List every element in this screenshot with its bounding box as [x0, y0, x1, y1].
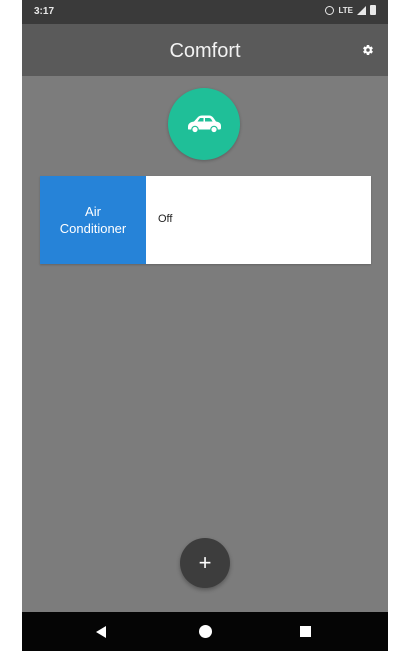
alarm-icon [325, 5, 335, 15]
device-state: Off [158, 213, 173, 225]
battery-icon [370, 5, 376, 15]
device-card-air-conditioner[interactable]: Air Conditioner Off [40, 176, 371, 264]
page-title: Comfort [169, 40, 241, 62]
device-name-line1: Air [85, 204, 101, 219]
add-device-button[interactable]: + [180, 538, 230, 588]
car-icon [188, 115, 221, 134]
room-avatar[interactable] [168, 88, 240, 160]
settings-button[interactable] [360, 42, 376, 58]
home-icon[interactable] [199, 625, 212, 638]
device-name-block: Air Conditioner [40, 176, 146, 264]
signal-icon [357, 5, 366, 15]
back-icon[interactable] [96, 626, 106, 638]
status-bar: 3:17 LTE [22, 0, 388, 24]
device-name: Air Conditioner [60, 203, 127, 237]
device-name-line2: Conditioner [59, 221, 127, 236]
status-icons: LTE [325, 5, 376, 15]
navigation-bar [22, 612, 388, 651]
gear-icon [363, 44, 373, 56]
network-label: LTE [338, 5, 353, 15]
app-bar: Comfort [22, 24, 388, 76]
phone-screen: 3:17 LTE Comfort Air Conditioner Off + [22, 0, 388, 651]
recents-icon[interactable] [300, 626, 311, 637]
status-time: 3:17 [34, 6, 55, 17]
device-state-block[interactable]: Off [146, 176, 371, 264]
plus-icon: + [198, 550, 212, 575]
